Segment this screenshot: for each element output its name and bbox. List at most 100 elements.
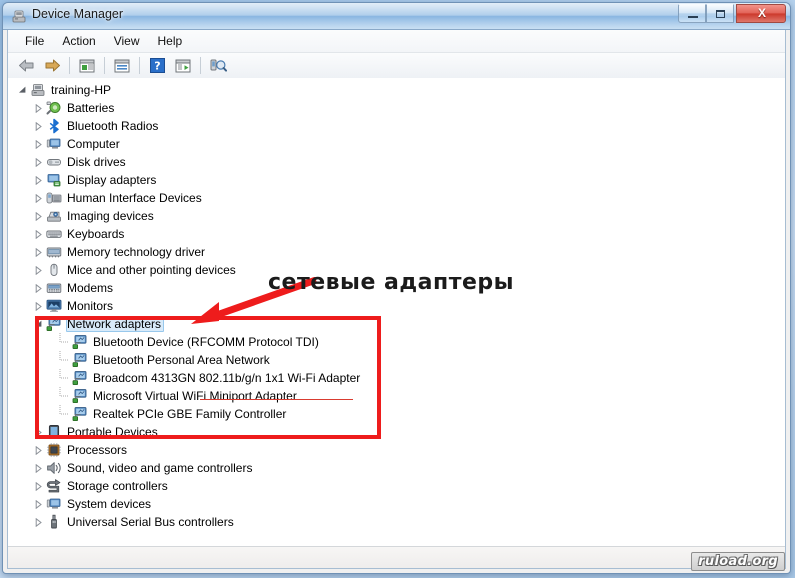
tree-item-label: Portable Devices xyxy=(66,424,161,440)
annotation-text: сетевые адаптеры xyxy=(268,270,514,295)
tree-item[interactable]: Realtek PCIe GBE Family Controller xyxy=(8,405,785,423)
tree-item[interactable]: Batteries xyxy=(8,99,785,117)
tree-item[interactable]: Memory technology driver xyxy=(8,243,785,261)
expand-toggle-collapsed-icon[interactable] xyxy=(30,189,46,207)
expand-toggle-collapsed-icon[interactable] xyxy=(30,261,46,279)
menu-help[interactable]: Help xyxy=(149,32,192,50)
tree-item[interactable]: Keyboards xyxy=(8,225,785,243)
expand-toggle-collapsed-icon[interactable] xyxy=(30,459,46,477)
tree-item-label: Keyboards xyxy=(66,226,127,242)
expand-toggle-collapsed-icon[interactable] xyxy=(30,495,46,513)
expand-toggle-collapsed-icon[interactable] xyxy=(30,117,46,135)
tree-item[interactable]: Bluetooth Personal Area Network xyxy=(8,351,785,369)
tree-item-label: Modems xyxy=(66,280,116,296)
network-adapter-icon xyxy=(72,334,88,350)
tree-item-label: Imaging devices xyxy=(66,208,157,224)
tree-item-label: Memory technology driver xyxy=(66,244,208,260)
client-area: File Action View Help xyxy=(7,30,786,569)
network-adapter-icon xyxy=(72,406,88,422)
close-icon: X xyxy=(737,5,787,22)
tree-item-label: Monitors xyxy=(66,298,116,314)
tree-item-label: Sound, video and game controllers xyxy=(66,460,255,476)
menu-file[interactable]: File xyxy=(16,32,53,50)
expand-toggle-collapsed-icon[interactable] xyxy=(30,423,46,441)
computer-node-icon xyxy=(46,136,62,152)
tree-item[interactable]: Sound, video and game controllers xyxy=(8,459,785,477)
forward-arrow-icon[interactable] xyxy=(40,54,64,77)
window-title: Device Manager xyxy=(32,7,123,21)
separator-1 xyxy=(69,57,70,74)
device-manager-icon xyxy=(11,8,27,24)
network-adapter-icon xyxy=(46,316,62,332)
tree-item[interactable]: Portable Devices xyxy=(8,423,785,441)
maximize-button[interactable] xyxy=(706,4,734,23)
tree-leaf-connector xyxy=(56,387,72,405)
device-tree[interactable]: training-HPBatteriesBluetooth RadiosComp… xyxy=(8,78,785,546)
tree-item[interactable]: Bluetooth Device (RFCOMM Protocol TDI) xyxy=(8,333,785,351)
expand-toggle-collapsed-icon[interactable] xyxy=(30,153,46,171)
device-manager-window: Device Manager X File Action View Help xyxy=(2,2,791,574)
expand-toggle-expanded-icon[interactable] xyxy=(14,81,30,99)
storage-controller-icon xyxy=(46,478,62,494)
expand-toggle-collapsed-icon[interactable] xyxy=(30,207,46,225)
tree-item[interactable]: Computer xyxy=(8,135,785,153)
tree-item[interactable]: Display adapters xyxy=(8,171,785,189)
expand-toggle-collapsed-icon[interactable] xyxy=(30,135,46,153)
menu-bar: File Action View Help xyxy=(8,30,785,53)
maximize-icon xyxy=(716,10,725,18)
close-button[interactable]: X xyxy=(736,4,786,23)
tree-item[interactable]: System devices xyxy=(8,495,785,513)
tree-item[interactable]: Disk drives xyxy=(8,153,785,171)
disk-drive-icon xyxy=(46,154,62,170)
sound-icon xyxy=(46,460,62,476)
tree-item[interactable]: Broadcom 4313GN 802.11b/g/n 1x1 Wi-Fi Ad… xyxy=(8,369,785,387)
back-arrow-icon[interactable] xyxy=(14,54,38,77)
red-underline-wifi-adapter xyxy=(200,399,353,400)
expand-toggle-collapsed-icon[interactable] xyxy=(30,477,46,495)
properties-icon[interactable] xyxy=(110,54,134,77)
tree-root-item[interactable]: training-HP xyxy=(8,81,785,99)
expand-toggle-collapsed-icon[interactable] xyxy=(30,243,46,261)
processor-icon xyxy=(46,442,62,458)
bluetooth-icon xyxy=(46,118,62,134)
tree-item-label: Realtek PCIe GBE Family Controller xyxy=(92,406,289,422)
battery-icon xyxy=(46,100,62,116)
expand-toggle-collapsed-icon[interactable] xyxy=(30,297,46,315)
computer-icon xyxy=(30,82,46,98)
usb-icon xyxy=(46,514,62,530)
help-icon[interactable]: ? xyxy=(145,54,169,77)
tree-leaf-connector xyxy=(56,405,72,423)
update-driver-icon[interactable] xyxy=(171,54,195,77)
show-hide-console-tree-icon[interactable] xyxy=(75,54,99,77)
tree-item[interactable]: Imaging devices xyxy=(8,207,785,225)
scan-for-hardware-changes-icon[interactable] xyxy=(206,54,230,77)
tree-item[interactable]: Microsoft Virtual WiFi Miniport Adapter xyxy=(8,387,785,405)
expand-toggle-collapsed-icon[interactable] xyxy=(30,441,46,459)
tree-item-label: Processors xyxy=(66,442,130,458)
tree-item[interactable]: Universal Serial Bus controllers xyxy=(8,513,785,531)
tree-item-label: Disk drives xyxy=(66,154,129,170)
tree-item[interactable]: Bluetooth Radios xyxy=(8,117,785,135)
tree-item[interactable]: Storage controllers xyxy=(8,477,785,495)
minimize-button[interactable] xyxy=(678,4,706,23)
expand-toggle-collapsed-icon[interactable] xyxy=(30,99,46,117)
tree-item[interactable]: Monitors xyxy=(8,297,785,315)
tree-item-label: Universal Serial Bus controllers xyxy=(66,514,237,530)
expand-toggle-collapsed-icon[interactable] xyxy=(30,513,46,531)
tree-item[interactable]: Network adapters xyxy=(8,315,785,333)
menu-view[interactable]: View xyxy=(105,32,149,50)
expand-toggle-collapsed-icon[interactable] xyxy=(30,225,46,243)
modem-icon xyxy=(46,280,62,296)
tree-item-label: Bluetooth Radios xyxy=(66,118,161,134)
tree-item[interactable]: Human Interface Devices xyxy=(8,189,785,207)
tree-item[interactable]: Processors xyxy=(8,441,785,459)
tree-leaf-connector xyxy=(56,351,72,369)
svg-text:?: ? xyxy=(154,60,160,73)
tree-item-label: Bluetooth Personal Area Network xyxy=(92,352,273,368)
expand-toggle-collapsed-icon[interactable] xyxy=(30,279,46,297)
expand-toggle-expanded-icon[interactable] xyxy=(30,315,46,333)
title-bar[interactable]: Device Manager X xyxy=(3,3,790,30)
menu-action[interactable]: Action xyxy=(53,32,104,50)
expand-toggle-collapsed-icon[interactable] xyxy=(30,171,46,189)
hid-icon xyxy=(46,190,62,206)
